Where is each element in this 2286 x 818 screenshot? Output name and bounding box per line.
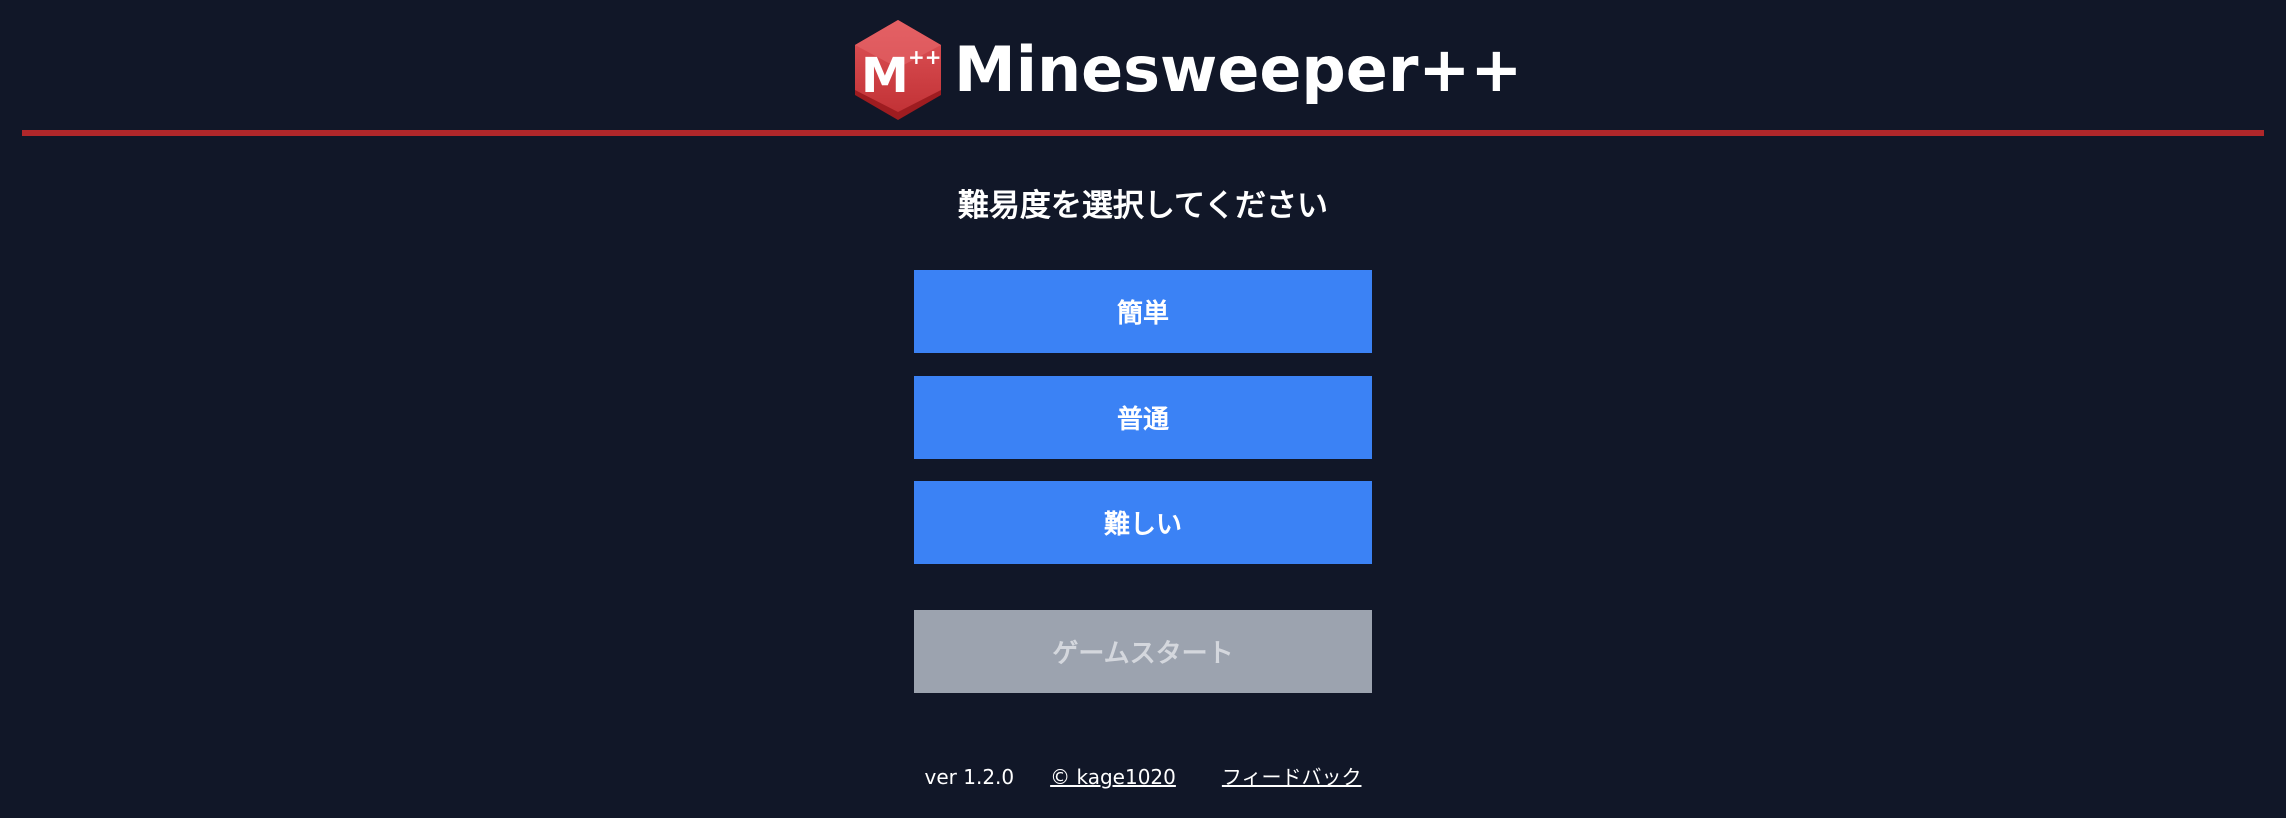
difficulty-easy-button[interactable]: 簡単 (914, 270, 1372, 353)
difficulty-normal-button[interactable]: 普通 (914, 376, 1372, 459)
copyright-link[interactable]: © kage1020 (1050, 762, 1176, 792)
minesweeper-logo-icon: M ++ (855, 20, 942, 120)
header: M ++ Minesweeper++ (0, 0, 2286, 136)
app-title: Minesweeper++ (954, 33, 1523, 106)
difficulty-prompt: 難易度を選択してください (957, 188, 1329, 224)
logo-letter: M (861, 48, 909, 104)
app-logo: M ++ Minesweeper++ (852, 18, 1522, 122)
logo-badge: ++ (908, 45, 942, 69)
footer: ver 1.2.0 © kage1020 フィードバック (0, 762, 2286, 792)
start-game-button[interactable]: ゲームスタート (914, 610, 1372, 693)
version-label: ver 1.2.0 (924, 765, 1015, 789)
header-divider (22, 130, 2264, 136)
difficulty-hard-button[interactable]: 難しい (914, 481, 1372, 564)
feedback-link[interactable]: フィードバック (1222, 762, 1362, 792)
